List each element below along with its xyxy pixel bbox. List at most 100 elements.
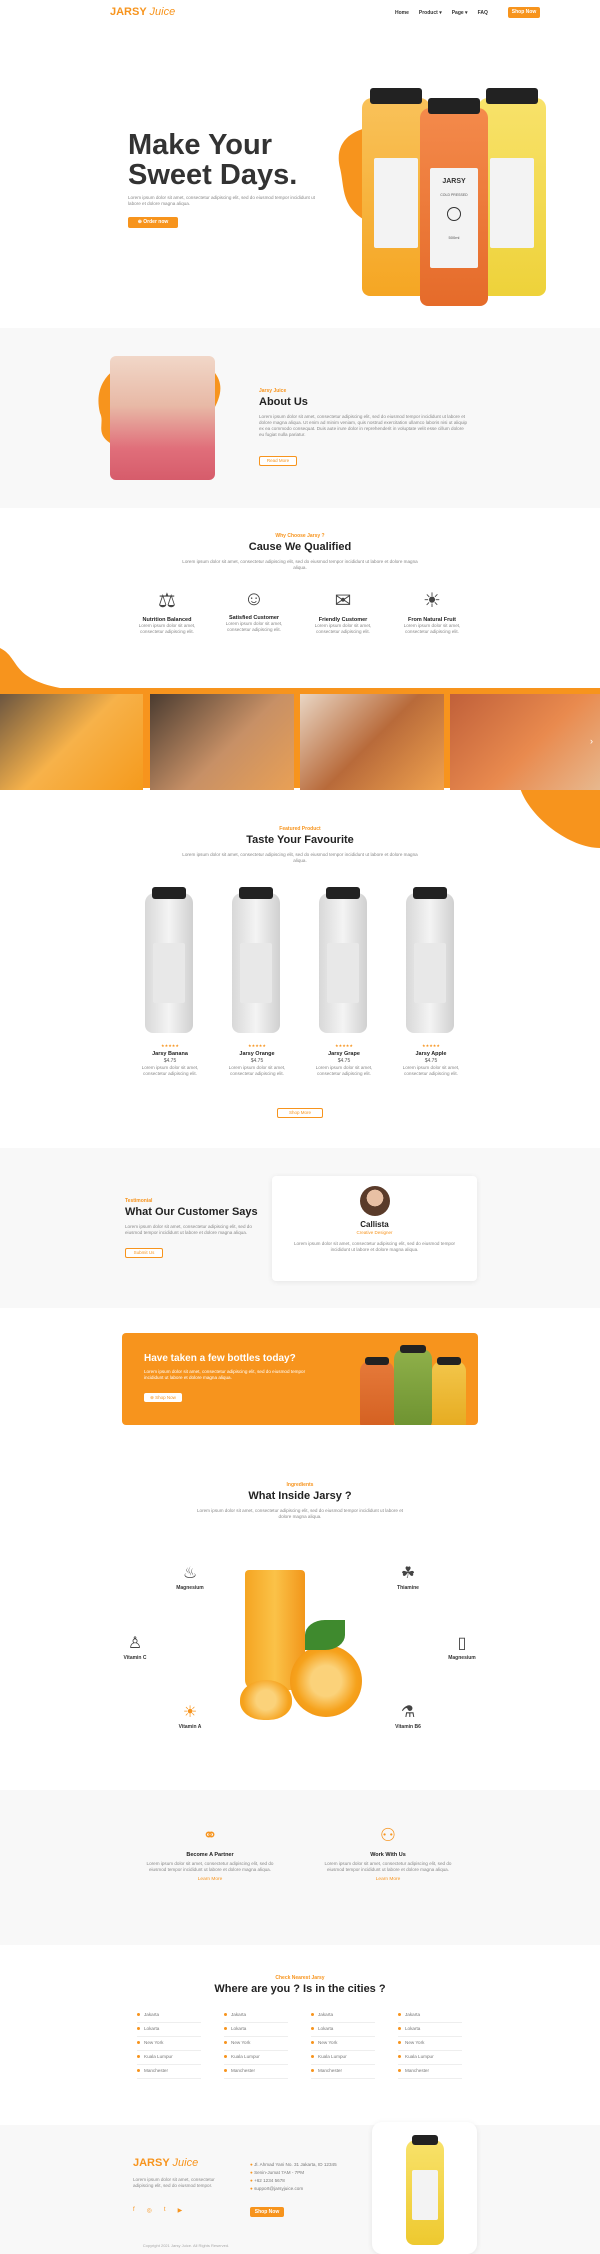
about-subtitle: Jarsy Juice [259, 388, 287, 394]
sprout-icon: ☘ [400, 1565, 416, 1582]
gallery-photo-juice[interactable] [0, 694, 143, 790]
testimonial-role: Creative Designer [356, 1230, 393, 1235]
partner-text: Lorem ipsum dolor sit amet, consectetur … [324, 1861, 452, 1872]
nav-product[interactable]: Product ▾ [419, 10, 442, 16]
city-item[interactable]: Lokarta [398, 2024, 462, 2037]
footer-shop-button[interactable]: Shop Now [250, 2207, 284, 2217]
gallery-photo-gym[interactable] [300, 694, 444, 790]
city-item[interactable]: Kuala Lumpur [311, 2052, 375, 2065]
cta-shop-button[interactable]: ⊕ Shop Now [144, 1393, 182, 1402]
body-icon: ♙ [127, 1635, 143, 1652]
city-item[interactable]: Manchester [311, 2066, 375, 2079]
team-icon: ⚇ [379, 1825, 397, 1845]
balance-icon: ⚖ [158, 590, 176, 612]
cart-icon: ⊕ [137, 219, 142, 225]
submit-us-button[interactable]: Submit Us [125, 1248, 163, 1258]
gallery-photo-woman[interactable] [450, 694, 600, 790]
city-item[interactable]: Manchester [137, 2066, 201, 2079]
footer-contact: ● Jl. Ahmad Yani No. 31 Jakarta, ID 1234… [250, 2161, 337, 2193]
city-item[interactable]: Manchester [224, 2066, 288, 2079]
city-item[interactable]: New York [224, 2038, 288, 2051]
bottle-cap [365, 1357, 389, 1365]
bottle-line1: COLD PRESSED [440, 193, 468, 197]
bottle-cap [428, 98, 480, 114]
shop-now-button[interactable]: Shop Now [508, 7, 540, 18]
phone-icon: ● [250, 2178, 253, 2183]
product-text: Lorem ipsum dolor sit amet, consectetur … [315, 1065, 373, 1076]
orange-slice-small [240, 1680, 292, 1720]
bottle-label [153, 943, 185, 1003]
learn-more-link[interactable]: Learn More [145, 1877, 275, 1882]
cta-banner: Have taken a few bottles today? Lorem ip… [122, 1333, 478, 1425]
instagram-icon[interactable]: ◎ [147, 2207, 152, 2214]
city-item[interactable]: Kuala Lumpur [224, 2052, 288, 2065]
footer-logo[interactable]: JARSY Juice [133, 2157, 198, 2169]
city-item[interactable]: Jakarta [398, 2010, 462, 2023]
partner-card-1: ⚭ Become A Partner Lorem ipsum dolor sit… [145, 1825, 275, 1882]
product-text: Lorem ipsum dolor sit amet, consectetur … [228, 1065, 286, 1076]
about-text: Lorem ipsum dolor sit amet, consectetur … [259, 414, 468, 437]
youtube-icon[interactable]: ▶ [178, 2207, 183, 2214]
logo[interactable]: JARSY Juice [110, 6, 175, 18]
city-item[interactable]: Jakarta [311, 2010, 375, 2023]
bottle-cap [152, 887, 186, 899]
product-bottle [406, 887, 454, 1033]
twitter-icon[interactable]: t [164, 2207, 166, 2214]
ingredient-vitamin-a: ☀ Vitamin A [170, 1702, 210, 1730]
bottle-cap [413, 887, 447, 899]
ingredient-label: Vitamin A [178, 1724, 202, 1730]
city-item[interactable]: Lokarta [224, 2024, 288, 2037]
hero-title-line1: Make Your [128, 129, 272, 161]
cities-section: Check Nearest Jarsy Where are you ? Is i… [0, 1945, 600, 2125]
footer-email-row: ● support@jarsyjuice.com [250, 2185, 337, 2193]
shop-more-button[interactable]: Shop More [277, 1108, 323, 1118]
bottle-label: JARSY COLD PRESSED 500ml [430, 168, 478, 268]
order-now-label: Order now [143, 219, 169, 225]
product-price: $4.75 [250, 1058, 264, 1064]
phone-icon: ▯ [457, 1635, 467, 1652]
city-item[interactable]: Manchester [398, 2066, 462, 2079]
city-item[interactable]: Jakarta [137, 2010, 201, 2023]
testimonial-subtitle: Testimonial [125, 1198, 153, 1204]
facebook-icon[interactable]: f [133, 2207, 135, 2214]
learn-more-link[interactable]: Learn More [323, 1877, 453, 1882]
sun-icon: ☀ [182, 1704, 198, 1721]
rating-stars: ★★★★★ [422, 1043, 440, 1048]
read-more-button[interactable]: Read More [259, 456, 297, 466]
testimonial-text: Lorem ipsum dolor sit amet, consectetur … [125, 1224, 252, 1235]
why-subtitle: Why Choose Jarsy ? [275, 533, 325, 539]
nav-page[interactable]: Page ▾ [452, 10, 468, 16]
city-item[interactable]: New York [398, 2038, 462, 2051]
footer-bottle-card [372, 2122, 477, 2254]
nav-home[interactable]: Home [395, 10, 409, 16]
leaf-icon: ☀ [423, 590, 441, 612]
bottle-size: 500ml [448, 235, 460, 240]
juice-splash-image [235, 1550, 365, 1730]
cities-title: Where are you ? Is in the cities ? [214, 1983, 386, 1995]
chevron-right-icon[interactable]: › [590, 736, 593, 746]
ingredient-label: Vitamin B6 [395, 1724, 421, 1730]
why-title: Cause We Qualified [248, 541, 352, 553]
city-item[interactable]: New York [311, 2038, 375, 2051]
city-item[interactable]: Kuala Lumpur [137, 2052, 201, 2065]
city-item[interactable]: Lokarta [311, 2024, 375, 2037]
bottle-cap [486, 88, 538, 104]
hero-bottle-right [478, 88, 546, 296]
bottle-label [240, 943, 272, 1003]
order-now-button[interactable]: ⊕ Order now [128, 217, 178, 228]
cta-text: Lorem ipsum dolor sit amet, consectetur … [144, 1369, 306, 1380]
city-item[interactable]: Kuala Lumpur [398, 2052, 462, 2065]
bottle-cap [400, 1345, 426, 1353]
city-item[interactable]: Jakarta [224, 2010, 288, 2023]
logo-suffix: Juice [149, 6, 176, 18]
nav-faq[interactable]: FAQ [478, 10, 488, 16]
bottle-cap [412, 2135, 438, 2145]
ingredients-description: Lorem ipsum dolor sit amet, consectetur … [196, 1508, 404, 1519]
gallery-photo-family[interactable] [150, 694, 294, 790]
mineral-icon: ♨ [182, 1565, 198, 1582]
ingredient-magnesium-1: ♨ Magnesium [170, 1563, 210, 1591]
city-item[interactable]: New York [137, 2038, 201, 2051]
chevron-down-icon: ▾ [465, 10, 468, 16]
cart-icon: ⊕ [150, 1395, 154, 1400]
city-item[interactable]: Lokarta [137, 2024, 201, 2037]
